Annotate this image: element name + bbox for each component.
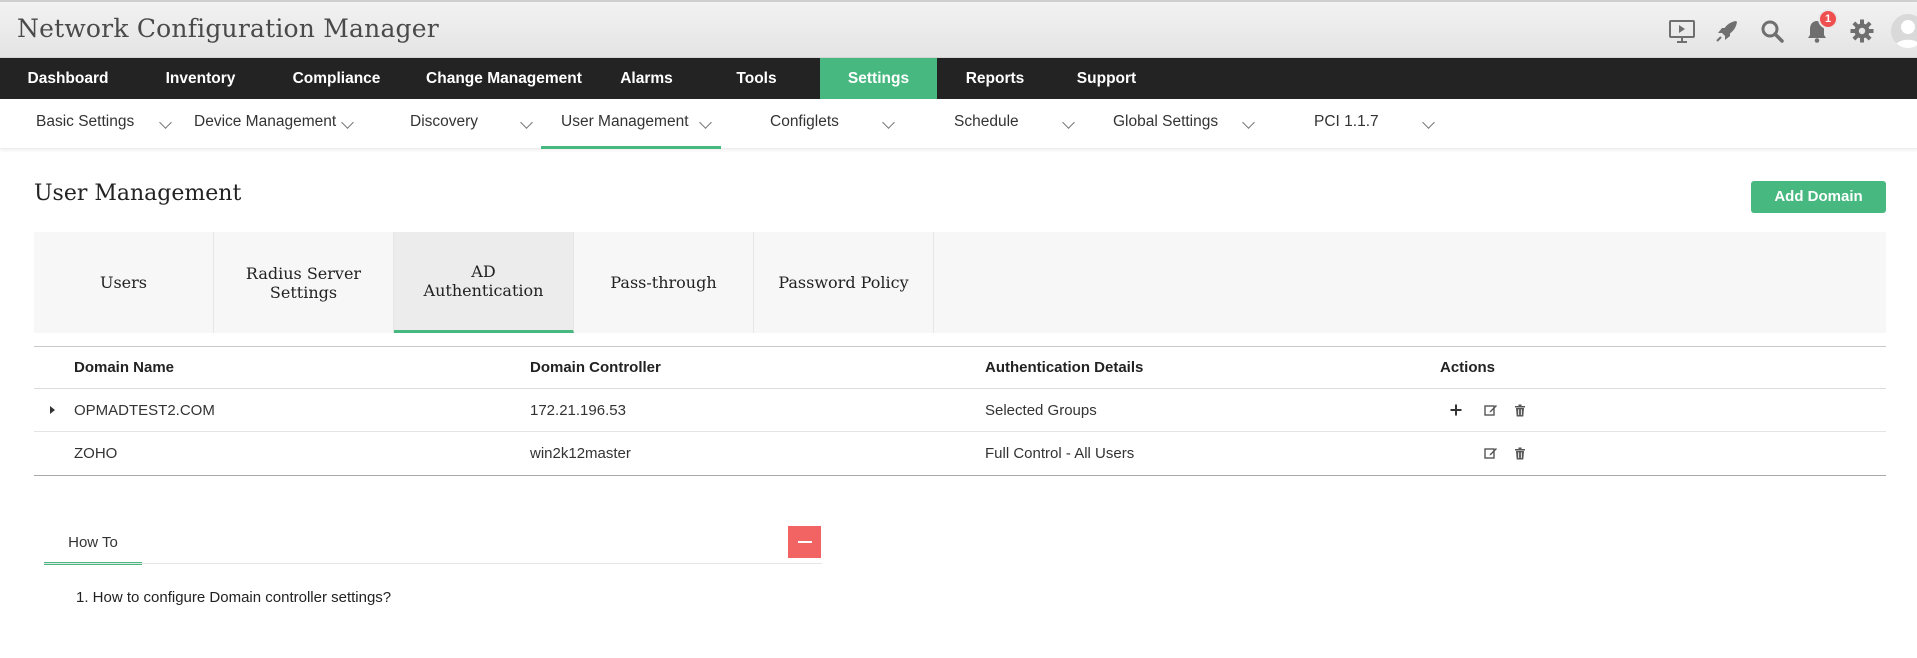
sub-nav: Basic Settings Device Management Discove… <box>0 99 1917 149</box>
chevron-down-icon <box>699 116 712 129</box>
nav-tools[interactable]: Tools <box>693 58 820 99</box>
authentication-details: Full Control - All Users <box>985 445 1135 462</box>
app-title: Network Configuration Manager <box>17 14 439 43</box>
domain-controller: win2k12master <box>530 445 631 462</box>
tab-label: Password Policy <box>778 273 909 292</box>
nav-inventory[interactable]: Inventory <box>136 58 265 99</box>
nav-compliance[interactable]: Compliance <box>265 58 408 99</box>
add-icon[interactable] <box>1448 402 1464 418</box>
chevron-down-icon <box>1422 116 1435 129</box>
column-header-domain-name[interactable]: Domain Name <box>74 347 174 388</box>
presentation-icon[interactable] <box>1666 15 1698 47</box>
auth-tabs: Users Radius Server Settings AD Authenti… <box>34 232 1886 333</box>
tab-ad-authentication[interactable]: AD Authentication <box>394 232 574 333</box>
tab-password-policy[interactable]: Password Policy <box>754 232 934 333</box>
howto-divider <box>44 563 822 564</box>
table-row: ZOHO win2k12master Full Control - All Us… <box>34 432 1886 475</box>
subnav-pci[interactable]: PCI 1.1.7 <box>1261 99 1441 149</box>
nav-dashboard[interactable]: Dashboard <box>0 58 136 99</box>
column-header-authentication-details[interactable]: Authentication Details <box>985 347 1143 388</box>
domain-table: Domain Name Domain Controller Authentica… <box>34 346 1886 476</box>
page-title: User Management <box>34 181 242 206</box>
chevron-down-icon <box>1062 116 1075 129</box>
delete-icon[interactable] <box>1512 445 1528 461</box>
column-header-actions: Actions <box>1440 359 1496 376</box>
subnav-discovery[interactable]: Discovery <box>360 99 540 149</box>
bell-icon[interactable]: 1 <box>1801 9 1838 47</box>
authentication-details: Selected Groups <box>985 401 1097 419</box>
nav-support[interactable]: Support <box>1053 58 1160 99</box>
user-avatar-icon[interactable] <box>1891 14 1917 48</box>
subnav-label: User Management <box>561 113 689 130</box>
subnav-label: Discovery <box>410 113 479 130</box>
subnav-label: Basic Settings <box>36 113 135 130</box>
chevron-down-icon <box>159 116 172 129</box>
domain-controller: 172.21.196.53 <box>530 401 626 419</box>
edit-icon[interactable] <box>1483 402 1499 418</box>
chevron-down-icon <box>341 116 354 129</box>
main-nav: Dashboard Inventory Compliance Change Ma… <box>0 58 1917 99</box>
minus-icon <box>797 541 812 543</box>
howto-tab[interactable]: How To <box>44 523 142 565</box>
nav-settings[interactable]: Settings <box>820 58 937 99</box>
subnav-user-management[interactable]: User Management <box>541 99 721 149</box>
collapse-button[interactable] <box>788 526 821 558</box>
app-header: Network Configuration Manager 1 <box>0 0 1917 58</box>
tab-label: Radius Server Settings <box>245 263 362 302</box>
subnav-basic-settings[interactable]: Basic Settings <box>0 99 180 149</box>
domain-name: ZOHO <box>74 445 118 462</box>
subnav-label: Global Settings <box>1113 113 1219 130</box>
table-row: OPMADTEST2.COM 172.21.196.53 Selected Gr… <box>34 389 1886 432</box>
notification-badge: 1 <box>1818 9 1838 29</box>
tab-users[interactable]: Users <box>34 232 214 333</box>
nav-alarms[interactable]: Alarms <box>600 58 693 99</box>
column-header-domain-controller[interactable]: Domain Controller <box>530 347 661 388</box>
domain-name: OPMADTEST2.COM <box>74 401 215 419</box>
subnav-global-settings[interactable]: Global Settings <box>1081 99 1261 149</box>
gear-icon[interactable] <box>1846 15 1878 47</box>
search-icon[interactable] <box>1756 15 1788 47</box>
subnav-configlets[interactable]: Configlets <box>721 99 901 149</box>
chevron-down-icon <box>1242 116 1255 129</box>
delete-icon[interactable] <box>1512 402 1528 418</box>
tab-radius-server-settings[interactable]: Radius Server Settings <box>214 232 394 333</box>
tab-label: Users <box>99 273 148 292</box>
tab-label: Pass-through <box>610 273 717 292</box>
howto-list: 1. How to configure Domain controller se… <box>76 589 391 606</box>
subnav-device-management[interactable]: Device Management <box>180 99 360 149</box>
nav-reports[interactable]: Reports <box>937 58 1053 99</box>
expand-row-icon[interactable] <box>50 406 55 414</box>
header-icons: 1 <box>1653 9 1917 48</box>
edit-icon[interactable] <box>1483 445 1499 461</box>
howto-link[interactable]: 1. How to configure Domain controller se… <box>76 589 391 606</box>
rocket-icon[interactable] <box>1711 15 1743 47</box>
subnav-label: PCI 1.1.7 <box>1314 113 1379 130</box>
subnav-label: Device Management <box>194 113 337 130</box>
tab-label: AD Authentication <box>423 262 544 300</box>
nav-change-management[interactable]: Change Management <box>408 58 600 99</box>
chevron-down-icon <box>520 116 533 129</box>
add-domain-button[interactable]: Add Domain <box>1751 181 1886 213</box>
tab-pass-through[interactable]: Pass-through <box>574 232 754 333</box>
subnav-schedule[interactable]: Schedule <box>901 99 1081 149</box>
subnav-label: Schedule <box>954 113 1019 130</box>
subnav-label: Configlets <box>770 113 839 130</box>
table-header: Domain Name Domain Controller Authentica… <box>34 347 1886 389</box>
chevron-down-icon <box>882 116 895 129</box>
